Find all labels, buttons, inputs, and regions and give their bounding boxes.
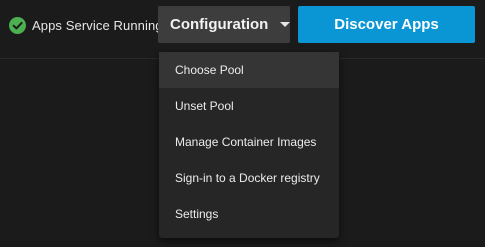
page-header: Apps Service Running Configuration Disco…: [0, 0, 485, 59]
discover-apps-button-label: Discover Apps: [334, 16, 439, 33]
configuration-button-label: Configuration: [170, 16, 269, 33]
menu-item-label: Settings: [175, 207, 219, 221]
check-circle-icon: [9, 16, 26, 34]
menu-item-label: Manage Container Images: [175, 135, 317, 149]
menu-item-settings[interactable]: Settings: [159, 196, 339, 232]
configuration-menu: Choose Pool Unset Pool Manage Container …: [159, 52, 339, 238]
configuration-button[interactable]: Configuration: [158, 6, 291, 43]
menu-item-unset-pool[interactable]: Unset Pool: [159, 88, 339, 124]
status-text: Apps Service Running: [32, 17, 163, 33]
menu-item-label: Unset Pool: [175, 99, 234, 113]
caret-down-icon: [280, 22, 291, 27]
discover-apps-button[interactable]: Discover Apps: [298, 6, 475, 43]
apps-service-status: Apps Service Running: [9, 15, 163, 35]
menu-item-label: Choose Pool: [175, 63, 244, 77]
menu-item-choose-pool[interactable]: Choose Pool: [159, 52, 339, 88]
menu-item-label: Sign-in to a Docker registry: [175, 171, 320, 185]
menu-item-manage-container-images[interactable]: Manage Container Images: [159, 124, 339, 160]
menu-item-docker-registry-sign-in[interactable]: Sign-in to a Docker registry: [159, 160, 339, 196]
